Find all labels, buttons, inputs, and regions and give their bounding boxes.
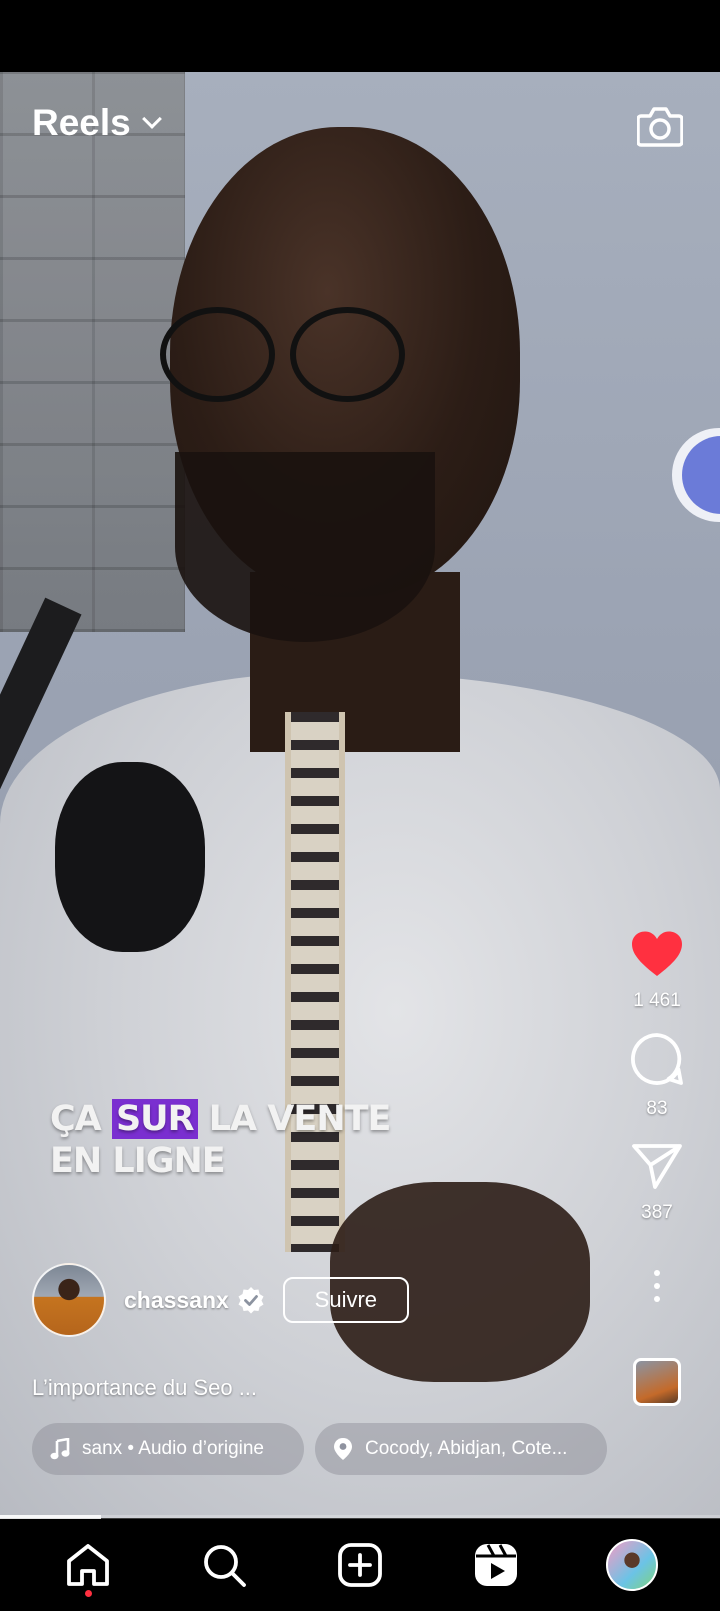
audio-thumbnail[interactable] <box>633 1358 681 1406</box>
nav-reels[interactable] <box>466 1535 526 1595</box>
heart-icon[interactable] <box>630 930 684 978</box>
comment-action[interactable]: 83 <box>630 1032 684 1120</box>
search-icon[interactable] <box>201 1542 247 1588</box>
glasses-left <box>160 307 275 402</box>
send-icon[interactable] <box>631 1142 683 1190</box>
location-label: Cocody, Abidjan, Cote... <box>365 1438 568 1459</box>
microphone <box>55 762 205 952</box>
author-username[interactable]: chassanx <box>124 1287 229 1314</box>
follow-button[interactable]: Suivre <box>282 1277 409 1323</box>
reels-icon[interactable] <box>473 1542 519 1588</box>
author-avatar[interactable] <box>32 1263 106 1337</box>
audio-label: sanx • Audio d’origine <box>82 1438 264 1459</box>
comment-count: 83 <box>646 1098 668 1119</box>
nav-create[interactable] <box>330 1535 390 1595</box>
profile-avatar[interactable] <box>606 1539 658 1591</box>
background-wall <box>0 72 185 632</box>
camera-icon[interactable] <box>636 104 684 148</box>
notification-dot <box>85 1590 92 1597</box>
home-icon[interactable] <box>65 1542 111 1588</box>
chevron-down-icon[interactable] <box>141 109 162 129</box>
author-row: chassanx Suivre <box>32 1263 409 1337</box>
share-action[interactable]: 387 <box>631 1142 683 1224</box>
nav-search[interactable] <box>194 1535 254 1595</box>
share-count: 387 <box>641 1202 673 1223</box>
verified-badge-icon <box>238 1287 264 1314</box>
caption-highlight: SUR <box>111 1099 198 1139</box>
like-count: 1 461 <box>633 990 681 1011</box>
like-action[interactable]: 1 461 <box>630 930 684 1012</box>
reels-header[interactable]: Reels <box>32 102 162 144</box>
video-subject-beard <box>175 452 435 642</box>
status-bar <box>0 0 720 72</box>
comment-icon[interactable] <box>630 1032 684 1086</box>
location-pill[interactable]: Cocody, Abidjan, Cote... <box>315 1423 607 1475</box>
video-caption-overlay: ÇA SUR LA VENTE EN LIGNE <box>50 1099 391 1181</box>
reel-description[interactable]: L’importance du Seo ... <box>32 1375 257 1401</box>
page-title: Reels <box>32 102 131 143</box>
more-vertical-icon[interactable] <box>654 1270 660 1304</box>
glasses-right <box>290 307 405 402</box>
plus-square-icon[interactable] <box>337 1542 383 1588</box>
location-pin-icon <box>334 1438 352 1460</box>
nav-home[interactable] <box>58 1535 118 1597</box>
nav-profile[interactable] <box>602 1535 662 1595</box>
audio-pill[interactable]: sanx • Audio d’origine <box>32 1423 304 1475</box>
music-note-icon <box>50 1438 70 1460</box>
action-column: 1 461 83 387 <box>622 930 692 1406</box>
bottom-navigation <box>0 1519 720 1611</box>
